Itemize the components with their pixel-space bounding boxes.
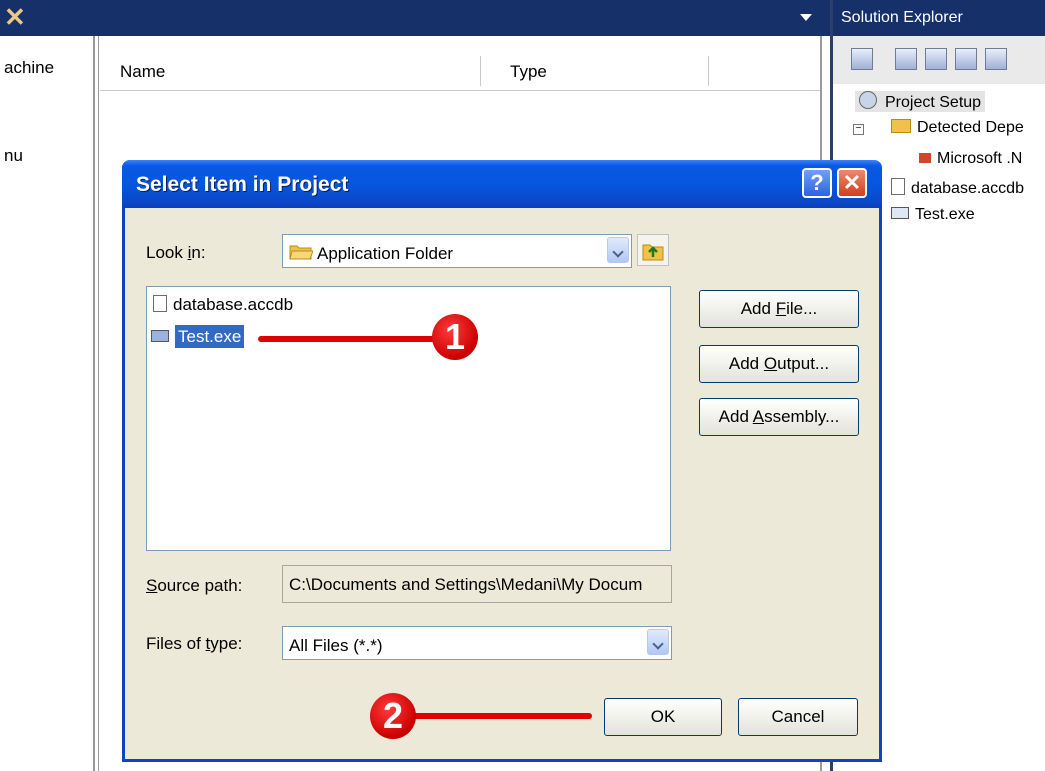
dropdown-arrow-icon[interactable] bbox=[800, 14, 812, 21]
dialog-title: Select Item in Project bbox=[136, 173, 349, 196]
pane-divider-inner bbox=[98, 36, 99, 771]
left-pane-item-menu[interactable]: nu bbox=[4, 146, 23, 166]
ok-button[interactable]: OK bbox=[604, 698, 722, 736]
solution-explorer-title: Solution Explorer bbox=[841, 9, 963, 26]
document-icon bbox=[891, 178, 905, 195]
chevron-down-icon[interactable] bbox=[647, 629, 669, 655]
files-of-type-label: Files of type: bbox=[146, 634, 243, 653]
setup-project-icon bbox=[859, 91, 877, 109]
add-file-button[interactable]: Add File... bbox=[699, 290, 859, 328]
tree-item-detected-dependencies[interactable]: Detected Depe bbox=[891, 119, 1024, 137]
close-tab-icon[interactable]: ✕ bbox=[4, 2, 26, 32]
annotation-line-1 bbox=[258, 336, 448, 342]
annotation-line-2 bbox=[400, 713, 592, 719]
files-of-type-value: All Files (*.*) bbox=[289, 636, 383, 655]
properties-icon[interactable] bbox=[851, 48, 873, 70]
files-of-type-dropdown[interactable]: All Files (*.*) bbox=[282, 626, 672, 660]
solution-explorer-toolbar bbox=[833, 36, 1045, 84]
open-folder-icon bbox=[289, 245, 313, 260]
annotation-badge-2: 2 bbox=[370, 693, 416, 739]
source-path-label: Source path: bbox=[146, 576, 243, 595]
collapse-toggle-icon[interactable]: − bbox=[853, 124, 864, 135]
source-path-field[interactable]: C:\Documents and Settings\Medani\My Docu… bbox=[282, 565, 672, 603]
list-item-selected[interactable]: Test.exe bbox=[151, 325, 245, 348]
tree-item-database[interactable]: database.accdb bbox=[891, 178, 1024, 198]
left-pane-item-machine[interactable]: achine bbox=[4, 58, 54, 78]
executable-icon bbox=[891, 207, 909, 219]
dialog-title-bar[interactable]: Select Item in Project ? ✕ bbox=[122, 160, 882, 208]
cancel-button[interactable]: Cancel bbox=[738, 698, 858, 736]
list-item[interactable]: database.accdb bbox=[153, 295, 293, 315]
file-list-header: Name Type bbox=[100, 46, 822, 91]
column-separator bbox=[708, 56, 709, 86]
user-interface-editor-icon[interactable] bbox=[985, 48, 1007, 70]
solution-explorer-title-bar: Solution Explorer bbox=[833, 0, 1045, 36]
chevron-down-icon[interactable] bbox=[607, 237, 629, 263]
executable-icon bbox=[151, 330, 169, 342]
reference-icon bbox=[919, 153, 931, 163]
registry-editor-icon[interactable] bbox=[925, 48, 947, 70]
column-header-type[interactable]: Type bbox=[510, 62, 547, 82]
up-folder-icon bbox=[642, 244, 664, 261]
look-in-dropdown[interactable]: Application Folder bbox=[282, 234, 632, 268]
up-one-level-button[interactable] bbox=[637, 234, 669, 266]
look-in-label: Look in: bbox=[146, 243, 206, 262]
annotation-badge-1: 1 bbox=[432, 314, 478, 360]
document-tab-bar: ✕ bbox=[0, 0, 830, 36]
tree-item-microsoft-framework[interactable]: Microsoft .N bbox=[919, 150, 1022, 168]
help-button[interactable]: ? bbox=[802, 168, 832, 198]
column-header-name[interactable]: Name bbox=[120, 62, 165, 82]
column-separator bbox=[480, 56, 481, 86]
tree-item-test-exe[interactable]: Test.exe bbox=[891, 206, 975, 224]
editor-left-pane: achine nu bbox=[0, 36, 93, 771]
file-types-editor-icon[interactable] bbox=[955, 48, 977, 70]
add-assembly-button[interactable]: Add Assembly... bbox=[699, 398, 859, 436]
look-in-value: Application Folder bbox=[317, 244, 454, 263]
pane-divider bbox=[93, 36, 95, 771]
close-button[interactable]: ✕ bbox=[837, 168, 867, 198]
project-items-list[interactable]: database.accdb Test.exe bbox=[146, 286, 671, 551]
tree-item-project-setup[interactable]: Project Setup bbox=[855, 91, 986, 112]
source-path-value: C:\Documents and Settings\Medani\My Docu… bbox=[289, 575, 643, 594]
add-output-button[interactable]: Add Output... bbox=[699, 345, 859, 383]
file-system-editor-icon[interactable] bbox=[895, 48, 917, 70]
folder-icon bbox=[891, 119, 911, 133]
document-icon bbox=[153, 295, 167, 312]
